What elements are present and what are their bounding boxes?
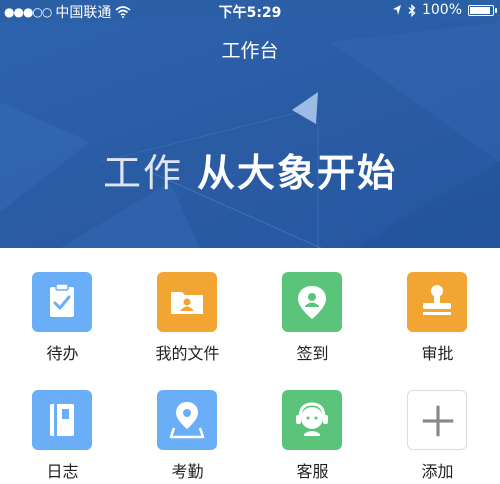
app-tile [407, 390, 467, 450]
bluetooth-icon [408, 3, 416, 17]
app-label: 审批 [421, 344, 454, 363]
battery-percent: 100% [421, 2, 462, 18]
clipboard-check-icon [50, 283, 74, 317]
app-grid: 待办 我的文件 签到 审批 日志 考勤 客服 添加 [0, 248, 500, 484]
app-label: 我的文件 [155, 344, 220, 363]
banner-slogan: 工作 从大象开始 [0, 142, 500, 197]
app-label: 待办 [46, 344, 79, 363]
app-tile [32, 390, 92, 450]
app-tile [157, 272, 217, 332]
app-todo[interactable]: 待办 [0, 248, 125, 366]
app-tile [282, 390, 342, 450]
app-label: 客服 [296, 462, 329, 481]
app-tile [32, 272, 92, 332]
app-tile [282, 272, 342, 332]
app-add[interactable]: 添加 [375, 366, 500, 484]
slogan-bold: 从大象开始 [197, 151, 398, 195]
app-label: 签到 [296, 344, 329, 363]
app-label: 考勤 [171, 462, 204, 481]
status-right: 100% [392, 2, 497, 18]
slogan-light: 工作 [102, 151, 198, 195]
location-marker-icon [169, 402, 205, 439]
banner: 工作台 工作 从大象开始 [0, 22, 500, 248]
app-log[interactable]: 日志 [0, 366, 125, 484]
app-approval[interactable]: 审批 [375, 248, 500, 366]
battery-level [470, 6, 490, 14]
stamp-icon [423, 285, 451, 315]
folder-user-icon [171, 292, 203, 314]
app-check-in[interactable]: 签到 [250, 248, 375, 366]
app-label: 添加 [421, 462, 454, 481]
map-pin-icon [298, 286, 326, 319]
battery-icon [468, 4, 497, 16]
location-arrow-icon [392, 5, 401, 15]
app-attendance[interactable]: 考勤 [125, 366, 250, 484]
notebook-icon [50, 404, 74, 436]
app-my-files[interactable]: 我的文件 [125, 248, 250, 366]
page-title: 工作台 [221, 40, 279, 62]
app-tile [407, 272, 467, 332]
app-tile [157, 390, 217, 450]
headset-agent-icon [296, 402, 328, 436]
app-customer-service[interactable]: 客服 [250, 366, 375, 484]
status-bar: ●●●○○ 中国联通 下午5:29 100% [0, 0, 500, 22]
app-label: 日志 [46, 462, 79, 481]
plus-icon [422, 405, 454, 437]
